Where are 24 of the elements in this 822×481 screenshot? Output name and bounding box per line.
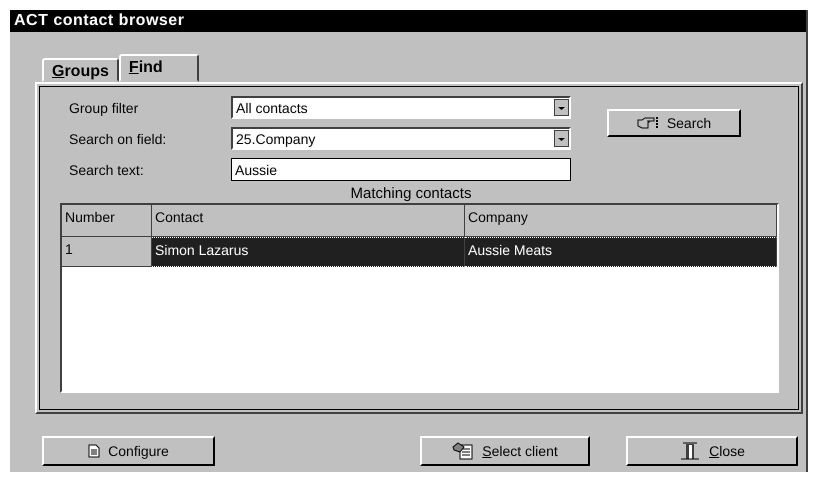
table-cell[interactable]: Simon Lazarus [152, 237, 465, 267]
dropdown-field[interactable]: 25.Company [231, 127, 571, 150]
column-header[interactable]: Contact [152, 205, 465, 237]
tab[interactable]: Groups [42, 58, 119, 82]
dialog-button[interactable]: Select client [420, 436, 590, 466]
tab[interactable]: Find [118, 54, 199, 82]
field-label: Search on field: [69, 130, 168, 146]
field-label: Search text: [69, 162, 145, 178]
document-icon [88, 444, 100, 458]
section-heading: Matching contacts [350, 185, 472, 202]
column-header[interactable]: Company [465, 205, 777, 237]
window-title: ACT contact browser [10, 10, 806, 32]
column-header[interactable]: Number [62, 205, 152, 237]
dialog-button[interactable]: Close [626, 436, 798, 466]
search-button[interactable]: Search [607, 109, 741, 137]
field-label: Group filter [69, 100, 140, 116]
dialog-button[interactable]: Configure [42, 436, 215, 466]
row-header[interactable]: 1 [62, 237, 152, 267]
hand-on-card-icon [452, 442, 474, 460]
door-icon [679, 442, 702, 460]
dropdown-field[interactable]: All contacts [231, 96, 571, 119]
table-cell[interactable]: Aussie Meats [465, 237, 777, 267]
input-field[interactable]: Aussie [231, 158, 571, 181]
pointing-hand-icon [636, 116, 659, 130]
